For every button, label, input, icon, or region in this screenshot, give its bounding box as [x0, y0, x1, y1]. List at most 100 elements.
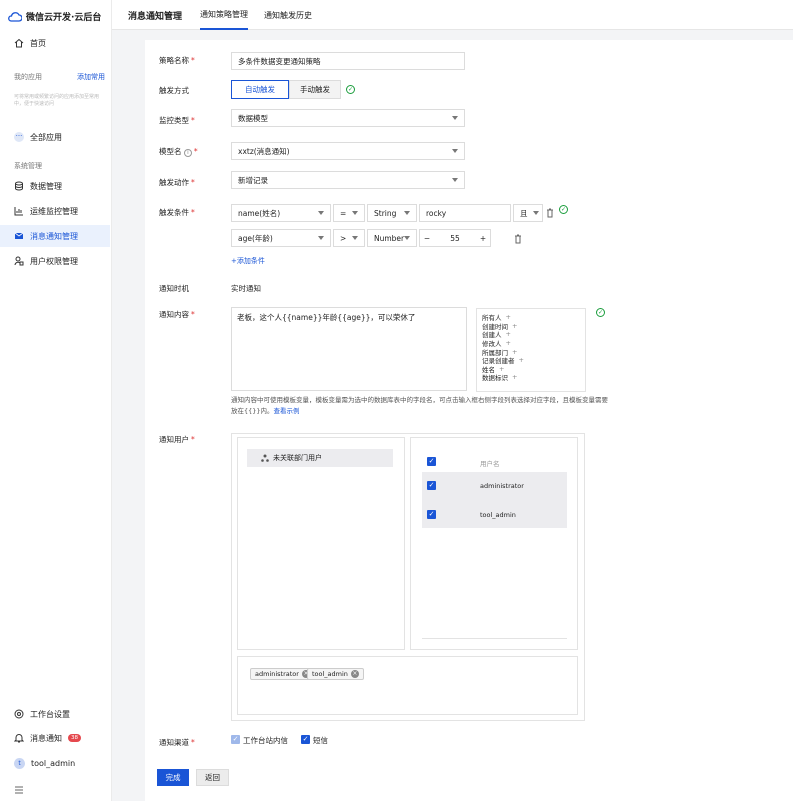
tab-policy-manage[interactable]: 通知策略管理 — [200, 0, 248, 30]
increment-button[interactable]: + — [476, 234, 490, 243]
condition-op-select[interactable]: > — [333, 229, 365, 247]
sidebar-item-notifications[interactable]: 消息通知 38 — [0, 727, 110, 749]
app-logo: 微信云开发·云后台 — [8, 10, 101, 23]
bell-icon — [14, 734, 24, 743]
sidebar-item-all-apps[interactable]: ··· 全部应用 — [0, 126, 110, 148]
back-button[interactable]: 返回 — [196, 769, 229, 786]
org-tree-icon — [261, 454, 269, 462]
sidebar-user[interactable]: t tool_admin — [0, 752, 110, 774]
user-name-cell: administrator — [480, 482, 524, 490]
sidebar-item-label: 用户权限管理 — [30, 256, 78, 266]
sidebar-item-label: 运维监控管理 — [30, 206, 78, 216]
tab-notify-manage[interactable]: 消息通知管理 — [128, 0, 182, 30]
close-icon[interactable]: × — [350, 670, 359, 678]
content-textarea[interactable]: 老板，这个人{{name}}年龄{{age}}，可以荣休了 — [231, 307, 467, 391]
condition-type-select[interactable]: String — [367, 204, 417, 222]
channel-inbox-label: 工作台站内信 — [243, 736, 288, 745]
sidebar-item-label: 消息通知管理 — [30, 231, 78, 241]
database-icon — [15, 181, 23, 191]
decrement-button[interactable]: − — [420, 234, 434, 243]
user-list-panel — [410, 437, 578, 650]
add-common-link[interactable]: 添加常用 — [77, 72, 105, 82]
channel-label: 通知渠道 * — [159, 738, 195, 747]
condition-number-stepper[interactable]: − 55 + — [419, 229, 491, 247]
model-select[interactable]: xxtz(消息通知) — [231, 142, 465, 160]
chevron-down-icon — [452, 149, 458, 153]
dept-tree-panel — [237, 437, 405, 650]
collapse-menu-icon[interactable] — [14, 786, 24, 794]
sidebar-item-label: 工作台设置 — [30, 709, 70, 719]
users-label: 通知用户 * — [159, 435, 195, 444]
variable-item[interactable]: 记录创建者 + — [482, 356, 580, 365]
action-select[interactable]: 新增记录 — [231, 171, 465, 189]
sidebar-item-users[interactable]: 用户权限管理 — [0, 250, 110, 272]
time-label: 通知时机 — [159, 284, 189, 293]
selected-tags-box — [237, 656, 578, 715]
channel-sms-checkbox[interactable]: ✓ — [301, 735, 310, 744]
info-icon: i — [183, 149, 192, 157]
notification-badge: 38 — [68, 734, 81, 742]
divider — [422, 638, 567, 639]
check-circle-icon: ✓ — [559, 205, 568, 214]
channel-sms-label: 短信 — [313, 736, 328, 745]
variable-item[interactable]: 数据标识 + — [482, 373, 580, 382]
condition-value-input[interactable]: rocky — [419, 204, 511, 222]
selected-users-bg — [422, 472, 567, 528]
stepper-value: 55 — [450, 233, 460, 243]
sidebar-item-ops[interactable]: 运维监控管理 — [0, 200, 110, 222]
condition-field-select[interactable]: age(年龄) — [231, 229, 331, 247]
submit-button[interactable]: 完成 — [157, 769, 189, 786]
check-circle-icon: ✓ — [346, 85, 355, 94]
dept-node[interactable]: 未关联部门用户 — [247, 449, 393, 467]
monitor-label: 监控类型 * — [159, 116, 195, 125]
user-tag: tool_admin × — [307, 668, 364, 680]
trash-icon[interactable] — [514, 234, 522, 244]
user-lock-icon — [14, 256, 24, 266]
model-label: 模型名 i * — [159, 147, 198, 157]
monitor-type-select[interactable]: 数据模型 — [231, 109, 465, 127]
variable-list: 所有人 + 创建时间 + 创建人 + 修改人 + 所属部门 + 记录创建者 + 姓名 + 数据… — [476, 308, 586, 392]
chevron-down-icon — [452, 178, 458, 182]
sidebar-item-notify[interactable]: 消息通知管理 — [0, 225, 110, 247]
avatar: t — [14, 757, 25, 769]
condition-label: 触发条件 * — [159, 208, 195, 217]
sidebar: 微信云开发·云后台 首页 我的应用 添加常用 可将常用或频繁访问的应用添加至常用… — [0, 0, 112, 801]
monitor-chart-icon — [14, 207, 23, 216]
sidebar-item-data[interactable]: 数据管理 — [0, 175, 110, 197]
trigger-auto-button[interactable]: 自动触发 — [231, 80, 289, 99]
app-title: 微信云开发·云后台 — [26, 13, 102, 23]
condition-field-select[interactable]: name(姓名) — [231, 204, 331, 222]
user-checkbox[interactable]: ✓ — [427, 510, 436, 519]
content-hint: 通知内容中可使用模板变量，模板变量需为选中的数据库表中的字段名，可点击输入框右侧… — [231, 396, 608, 415]
sidebar-item-settings[interactable]: 工作台设置 — [0, 703, 110, 725]
mail-icon — [14, 232, 24, 239]
cloud-icon — [8, 11, 22, 22]
content-label: 通知内容 * — [159, 310, 195, 319]
trigger-manual-button[interactable]: 手动触发 — [289, 80, 341, 99]
policy-name-input[interactable]: 多条件数据变更通知策略 — [231, 52, 465, 70]
sidebar-item-label: 消息通知 — [30, 733, 62, 743]
policy-form: 策略名称 * 多条件数据变更通知策略 触发方式 自动触发 手动触发 ✓ 监控类型 *… — [145, 40, 793, 801]
user-checkbox[interactable]: ✓ — [427, 481, 436, 490]
action-label: 触发动作 * — [159, 178, 195, 187]
time-value: 实时通知 — [231, 284, 261, 293]
trash-icon[interactable] — [546, 208, 554, 218]
sidebar-item-label: 首页 — [30, 38, 46, 48]
add-condition-link[interactable]: +添加条件 — [231, 256, 265, 266]
apps-hint: 可将常用或频繁访问的应用添加至常用中，便于快速访问 — [14, 94, 100, 107]
gear-icon — [14, 709, 24, 719]
select-all-checkbox[interactable]: ✓ — [427, 457, 436, 466]
view-example-link[interactable]: 查看示例 — [274, 407, 300, 415]
user-name: tool_admin — [31, 758, 76, 768]
condition-op-select[interactable]: = — [333, 204, 365, 222]
condition-type-select[interactable]: Number — [367, 229, 417, 247]
sidebar-item-home[interactable]: 首页 — [0, 32, 110, 54]
home-icon — [14, 38, 24, 48]
condition-logic-select[interactable]: 且 — [513, 204, 543, 222]
sidebar-item-label: 数据管理 — [30, 181, 62, 191]
channel-inbox-checkbox[interactable]: ✓ — [231, 735, 240, 744]
user-name-cell: tool_admin — [480, 511, 516, 519]
tab-trigger-history[interactable]: 通知触发历史 — [264, 0, 312, 30]
more-icon: ··· — [14, 132, 24, 142]
sidebar-item-label: 全部应用 — [30, 132, 62, 142]
